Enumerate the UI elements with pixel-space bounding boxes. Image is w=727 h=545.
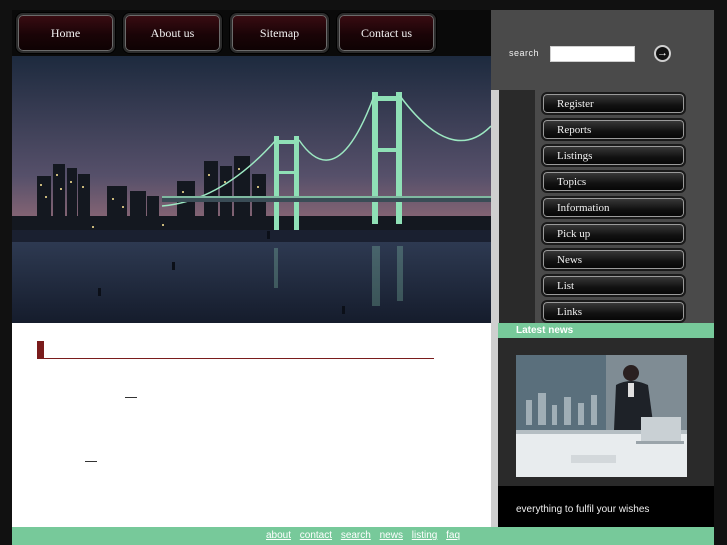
hero-image	[12, 56, 491, 323]
menu-topics-button[interactable]: Topics	[541, 170, 686, 193]
footer-link-faq[interactable]: faq	[446, 530, 460, 541]
column-divider	[491, 323, 498, 527]
news-photo	[516, 355, 687, 477]
menu-register-button[interactable]: Register	[541, 92, 686, 115]
menu-list-button[interactable]: List	[541, 274, 686, 297]
content-dash	[125, 397, 137, 398]
side-menu-gutter	[491, 90, 499, 323]
footer-link-news[interactable]: news	[380, 530, 403, 541]
menu-information-button[interactable]: Information	[541, 196, 686, 219]
footer: about contact search news listing faq	[12, 527, 714, 545]
content-heading-rule	[44, 358, 434, 359]
news-caption: everything to fulfil your wishes	[516, 504, 650, 515]
content-heading-marker	[37, 341, 44, 359]
side-menu-inner	[499, 90, 535, 323]
menu-links-button[interactable]: Links	[541, 300, 686, 323]
search-input[interactable]	[550, 46, 635, 62]
top-navigation: Home About us Sitemap Contact us	[12, 10, 444, 56]
footer-links: about contact search news listing faq	[12, 530, 714, 541]
footer-link-contact[interactable]: contact	[300, 530, 332, 541]
search-label: search	[509, 48, 540, 58]
footer-link-listing[interactable]: listing	[412, 530, 438, 541]
nav-about-button[interactable]: About us	[123, 13, 222, 53]
nav-contact-button[interactable]: Contact us	[337, 13, 436, 53]
nav-sitemap-button[interactable]: Sitemap	[230, 13, 329, 53]
nav-home-button[interactable]: Home	[16, 13, 115, 53]
search-go-arrow-icon[interactable]: →	[654, 45, 671, 62]
menu-news-button[interactable]: News	[541, 248, 686, 271]
footer-link-about[interactable]: about	[266, 530, 291, 541]
content-dash	[85, 461, 97, 462]
menu-pickup-button[interactable]: Pick up	[541, 222, 686, 245]
main-content	[12, 323, 491, 527]
menu-reports-button[interactable]: Reports	[541, 118, 686, 141]
latest-news-heading: Latest news	[498, 323, 714, 338]
footer-link-search[interactable]: search	[341, 530, 371, 541]
menu-listings-button[interactable]: Listings	[541, 144, 686, 167]
